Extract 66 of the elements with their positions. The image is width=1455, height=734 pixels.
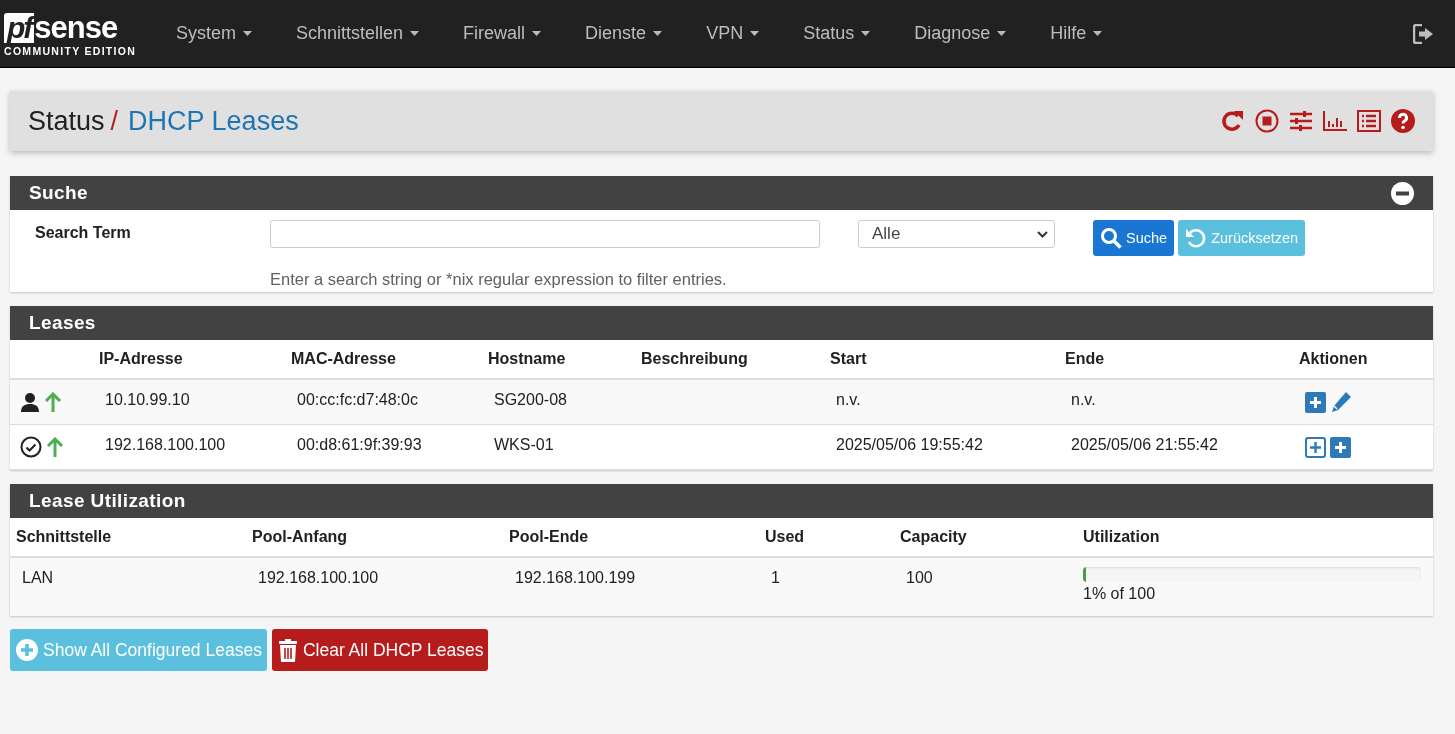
nav-menu[interactable]: Firewall [441, 23, 564, 44]
search-button[interactable]: Suche [1093, 220, 1175, 256]
stop-icon[interactable] [1255, 109, 1279, 133]
panel-title: Suche [29, 182, 89, 204]
sliders-icon[interactable] [1289, 110, 1313, 132]
add-icon[interactable] [1305, 436, 1326, 458]
caret-icon [750, 31, 760, 36]
caret-icon [861, 31, 871, 36]
logo[interactable]: pfsense COMMUNITY EDITION [0, 10, 154, 57]
field-label: Search Term [35, 223, 132, 242]
undo-icon [1185, 227, 1208, 249]
table-cell: 2025/05/06 21:55:42 [1071, 436, 1218, 453]
table-cell: WKS-01 [494, 436, 554, 453]
collapse-icon[interactable] [1391, 181, 1414, 205]
add-icon[interactable] [1330, 436, 1351, 458]
caret-icon [410, 31, 420, 36]
bar-chart-icon[interactable] [1323, 111, 1347, 131]
nav-menu[interactable]: Hilfe [1028, 23, 1125, 44]
table-cell-text: 192.168.100.199 [514, 569, 636, 586]
reload-icon[interactable] [1220, 109, 1245, 133]
table-cell: 10.10.99.10 [105, 391, 190, 408]
search-icon [1100, 227, 1122, 249]
caret-icon [653, 31, 663, 36]
table-cell: n.v. [836, 391, 861, 408]
chevron-icon [1037, 230, 1048, 238]
table-cell-text: 100 [905, 569, 933, 586]
search-field[interactable] [270, 220, 820, 248]
trash-icon [277, 638, 298, 662]
table-cell-text: 1 [770, 569, 780, 586]
logo-name: sense [34, 12, 118, 43]
table-cell: SG200-08 [494, 391, 567, 408]
help-icon[interactable] [1391, 109, 1415, 133]
caret-icon [532, 31, 542, 36]
caret-icon [1093, 31, 1103, 36]
check-circle-icon [20, 436, 42, 458]
table-cell: 00:d8:61:9f:39:93 [297, 436, 422, 453]
list-icon[interactable] [1357, 110, 1381, 132]
clear-leases-button[interactable]: Clear All DHCP Leases [271, 629, 489, 671]
breadcrumb-current[interactable]: DHCP Leases [128, 105, 299, 137]
add-icon[interactable] [1305, 391, 1326, 413]
panel-title: Leases [29, 312, 96, 334]
nav-menu[interactable]: VPN [684, 23, 782, 44]
table-cell: n.v. [1071, 391, 1096, 408]
edit-icon[interactable] [1330, 391, 1352, 413]
person-icon [20, 392, 40, 412]
breadcrumb-parent[interactable]: Status [28, 105, 105, 137]
table-cell: 2025/05/06 19:55:42 [836, 436, 983, 453]
nav-menu[interactable]: Schnittstellen [274, 23, 442, 44]
caret-icon [243, 31, 252, 36]
nav-menu[interactable]: System [154, 23, 274, 44]
plus-circle-icon [16, 639, 38, 661]
logo-edition: COMMUNITY EDITION [4, 44, 138, 57]
table-cell: 00:cc:fc:d7:48:0c [297, 391, 418, 408]
filter-dropdown[interactable]: Alle [858, 220, 1055, 248]
utilization-reading: 1% of 100 [1083, 585, 1157, 603]
panel-title: Lease Utilization [29, 490, 186, 512]
caret-icon [997, 31, 1007, 36]
help-text: Enter a search string or *nix regular expression to filter entries. [269, 269, 728, 290]
nav-menu[interactable]: Status [781, 23, 893, 44]
breadcrumb-separator: / [110, 105, 119, 137]
table-cell-text: 192.168.100.100 [257, 569, 379, 586]
nav-menu[interactable]: Dienste [563, 23, 685, 44]
table-cell: 192.168.100.100 [105, 436, 226, 453]
nav-menu[interactable]: Diagnose [892, 23, 1029, 44]
logo-mark: pf [4, 12, 35, 43]
table-cell-text: LAN [21, 569, 54, 586]
